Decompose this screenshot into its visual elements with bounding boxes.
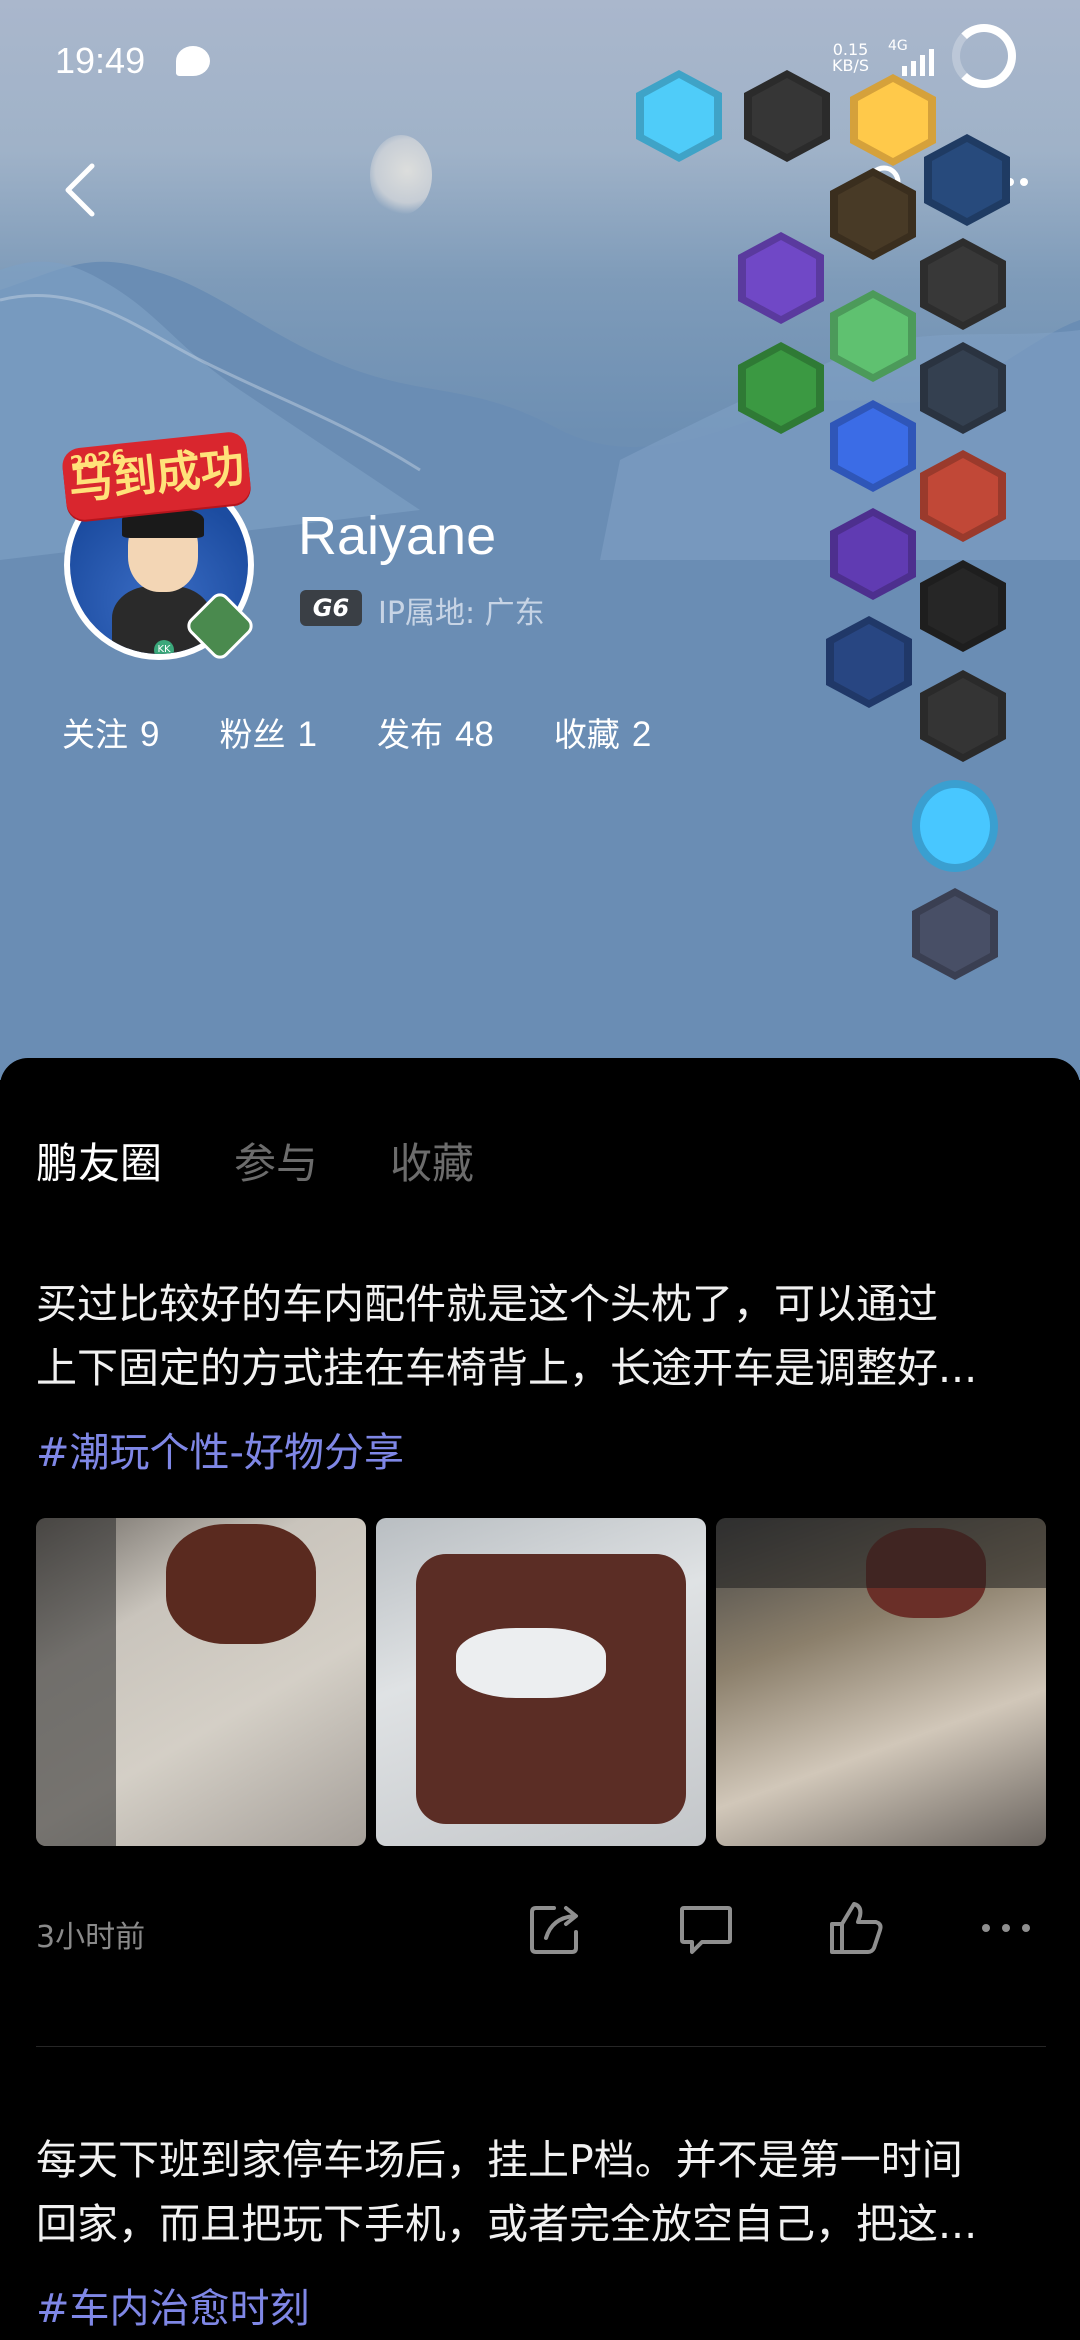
- tab-moments[interactable]: 鹏友圈: [36, 1130, 162, 1191]
- network-speed: 0.15 KB/S: [832, 40, 870, 75]
- stat-favorites[interactable]: 收藏 2: [554, 708, 651, 756]
- stat-following[interactable]: 关注 9: [62, 708, 159, 756]
- ip-location: IP属地: 广东: [378, 596, 545, 631]
- more-icon[interactable]: [976, 1898, 1036, 1958]
- back-button[interactable]: [58, 160, 102, 220]
- comment-icon[interactable]: [676, 1898, 736, 1958]
- post-text[interactable]: 每天下班到家停车场后，挂上P档。并不是第一时间 回家，而且把玩下手机，或者完全放…: [36, 2128, 1046, 2256]
- username: Raiyane: [298, 506, 497, 566]
- avatar-initials: KK: [154, 640, 174, 654]
- stat-label: 关注: [62, 715, 128, 754]
- stat-value: 48: [454, 715, 494, 754]
- share-icon[interactable]: [526, 1898, 586, 1958]
- stat-value: 9: [140, 715, 160, 754]
- stat-posts[interactable]: 发布 48: [377, 708, 494, 756]
- post-photo[interactable]: [716, 1518, 1046, 1846]
- stat-value: 2: [631, 715, 652, 754]
- tab-favorites[interactable]: 收藏: [390, 1130, 474, 1191]
- profile-stats: 关注 9 粉丝 1 发布 48 收藏 2: [62, 708, 711, 756]
- post-text[interactable]: 买过比较好的车内配件就是这个头枕了，可以通过 上下固定的方式挂在车椅背上，长途开…: [36, 1272, 1046, 1400]
- profile-tabs: 鹏友圈 参与 收藏: [36, 1130, 546, 1191]
- stat-label: 发布: [376, 715, 443, 754]
- status-time: 19:49: [55, 40, 146, 81]
- post-hashtag[interactable]: #车内治愈时刻: [36, 2276, 310, 2334]
- message-notification-icon: [176, 46, 210, 76]
- level-badge: G6: [300, 590, 362, 626]
- stat-fans[interactable]: 粉丝 1: [219, 708, 316, 756]
- post-photo[interactable]: [36, 1518, 366, 1846]
- stat-value: 1: [297, 715, 317, 754]
- signal-icon: [902, 49, 934, 76]
- stat-label: 粉丝: [219, 715, 286, 754]
- battery-ring-icon: [952, 24, 1016, 88]
- stat-label: 收藏: [553, 715, 620, 754]
- tab-participate[interactable]: 参与: [234, 1130, 318, 1191]
- post-time: 3小时前: [36, 1920, 146, 1955]
- medal-2024-icon[interactable]: [912, 780, 998, 872]
- post-photo[interactable]: [376, 1518, 706, 1846]
- post-divider: [36, 2046, 1046, 2047]
- thumbs-up-icon[interactable]: [826, 1898, 886, 1958]
- post-hashtag[interactable]: #潮玩个性-好物分享: [36, 1420, 404, 1478]
- post-photos: [36, 1518, 1046, 1846]
- post-actions: [520, 1898, 1040, 1962]
